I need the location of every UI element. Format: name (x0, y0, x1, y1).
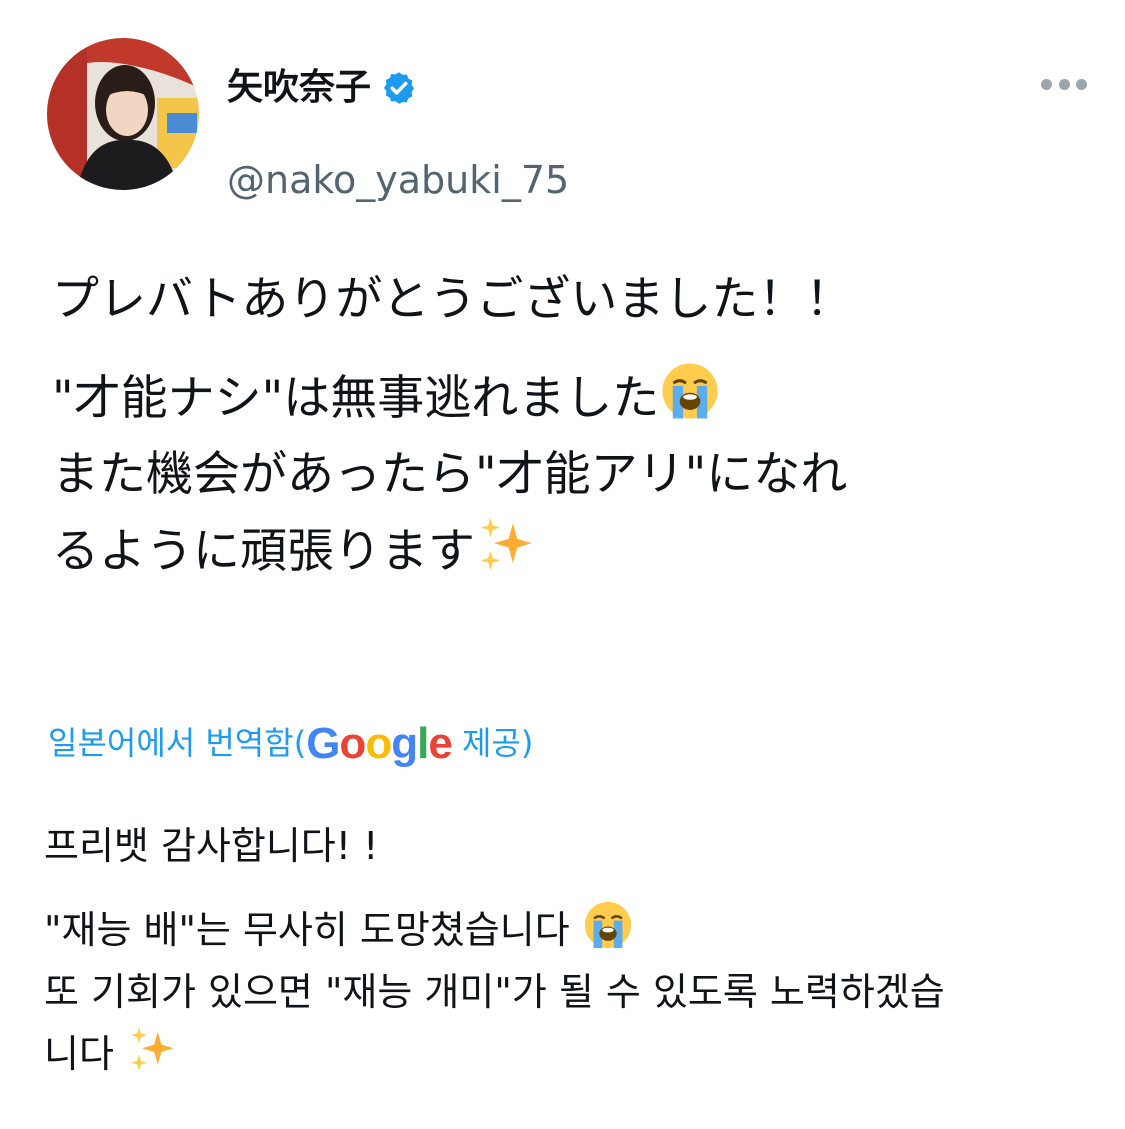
translated-line-3: 또 기회가 있으면 "재능 개미"가 될 수 있도록 노력하겠습 (44, 970, 945, 1014)
tweet-line-4-text: るように頑張ります (52, 524, 475, 579)
translation-suffix: 제공) (451, 724, 534, 762)
tweet-line-2: "才能ナシ"は無事逃れました (52, 360, 1092, 437)
translation-prefix: 일본어에서 번역함( (48, 724, 307, 762)
avatar-photo (47, 38, 199, 190)
loudly-crying-face-icon (584, 901, 631, 949)
tweet-header: 矢吹奈子 @nako_yabuki_75 (47, 38, 1087, 202)
translated-line-2-text: "재능 배"는 무사히 도망쳤습니다 (44, 908, 582, 952)
translated-line-4: 니다 (44, 1023, 1094, 1085)
loudly-crying-face-icon (662, 363, 718, 419)
user-handle[interactable]: @nako_yabuki_75 (227, 158, 569, 202)
translated-line-4-text: 니다 (44, 1032, 126, 1076)
tweet-text: プレバトありがとうございました！！ "才能ナシ"は無事逃れました また機会があっ… (52, 262, 1092, 590)
more-options-icon[interactable] (1041, 76, 1087, 92)
sparkles-icon (131, 1027, 174, 1071)
sparkles-icon (481, 518, 532, 570)
name-row: 矢吹奈子 (227, 66, 417, 110)
translated-line-2: "재능 배"는 무사히 도망쳤습니다 (44, 899, 1094, 961)
avatar[interactable] (47, 38, 199, 190)
google-logo: Google (306, 719, 453, 768)
translation-attribution-link[interactable]: 일본어에서 번역함(Google 제공) (48, 718, 533, 769)
translated-line-1: 프리뱃 감사합니다! ! (44, 824, 379, 868)
tweet-line-2-text: "才能ナシ"は無事逃れました (52, 371, 660, 426)
verified-badge-icon (384, 72, 415, 104)
tweet-line-4: るように頑張ります (52, 513, 1092, 590)
tweet-line-3: また機会があったら"才能アリ"になれ (52, 447, 848, 502)
display-name[interactable]: 矢吹奈子 (227, 66, 371, 110)
translated-text: 프리뱃 감사합니다! ! "재능 배"는 무사히 도망쳤습니다 또 기회가 있으… (44, 815, 1094, 1085)
tweet-line-1: プレバトありがとうございました！！ (52, 272, 853, 327)
